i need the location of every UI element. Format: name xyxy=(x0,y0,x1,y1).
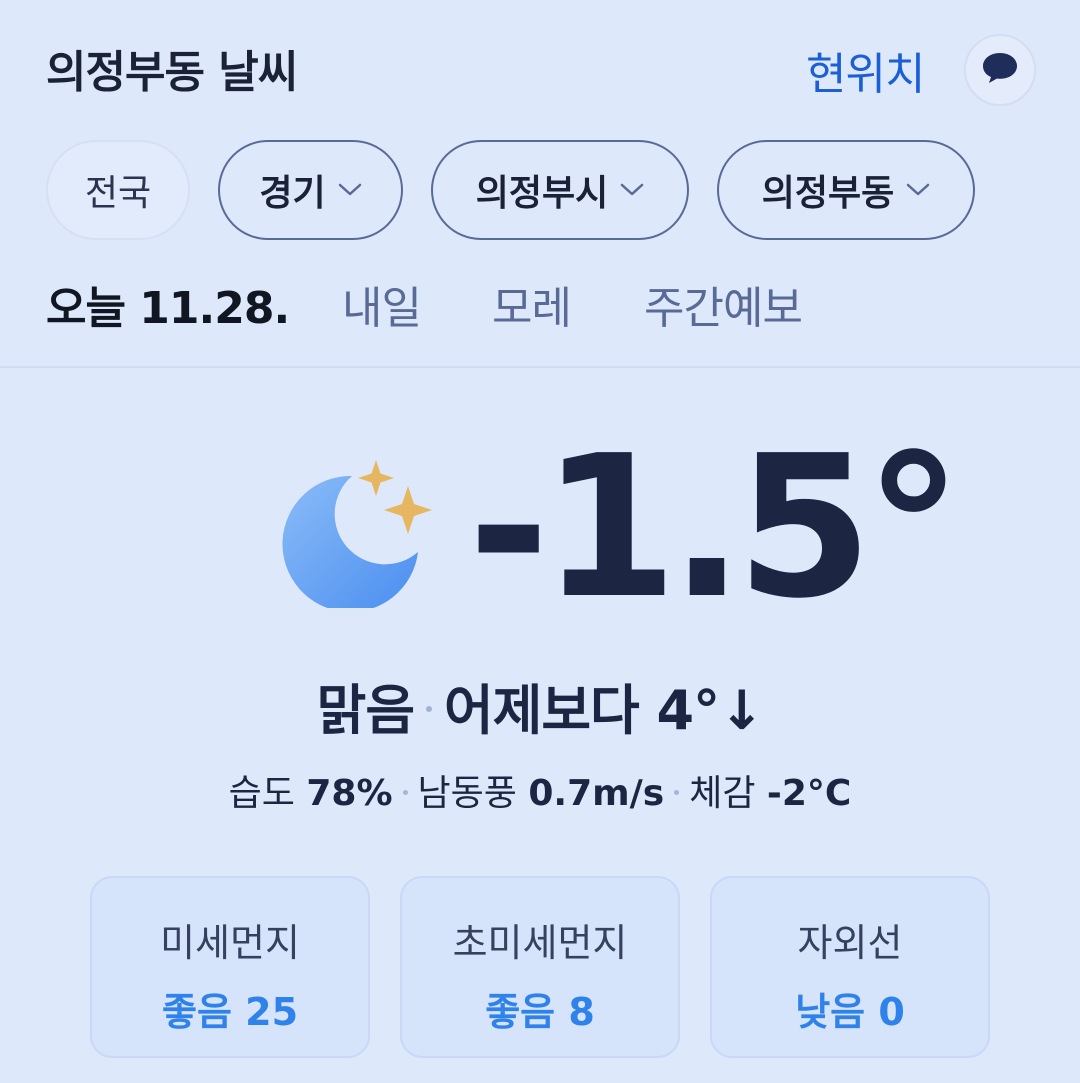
separator-dot xyxy=(426,706,433,713)
pm10-value: 좋음 25 xyxy=(161,990,299,1034)
header: 의정부동 날씨 현위치 xyxy=(0,0,1080,135)
condition-text: 맑음 xyxy=(316,679,415,742)
uv-value: 낮음 0 xyxy=(795,990,905,1034)
comparison-text: 어제보다 4°↓ xyxy=(444,679,764,742)
tab-day-after[interactable]: 모레 xyxy=(492,272,572,336)
uv-card[interactable]: 자외선 낮음 0 xyxy=(710,876,990,1058)
region-chip-province[interactable]: 경기 xyxy=(218,140,403,240)
feels-like-value: -2°C xyxy=(766,773,852,814)
pm25-card[interactable]: 초미세먼지 좋음 8 xyxy=(400,876,680,1058)
region-chip-label: 의정부시 xyxy=(475,173,609,214)
region-chip-label: 의정부동 xyxy=(761,173,895,214)
feels-like-label: 체감 xyxy=(689,773,756,814)
region-selector: 전국 경기 의정부시 의정부동 xyxy=(46,140,1046,240)
region-chip-nationwide[interactable]: 전국 xyxy=(46,140,190,240)
current-temperature: -1.5° xyxy=(468,414,963,642)
wind-value: 0.7m/s xyxy=(528,773,665,814)
region-chip-dong[interactable]: 의정부동 xyxy=(717,140,975,240)
humidity-value: 78% xyxy=(306,773,393,814)
pm25-value: 좋음 8 xyxy=(485,990,595,1034)
weather-summary: 맑음 어제보다 4°↓ xyxy=(0,666,1080,745)
divider xyxy=(0,366,1080,368)
region-chip-label: 전국 xyxy=(84,173,152,214)
tab-tomorrow[interactable]: 내일 xyxy=(342,272,422,336)
separator-dot xyxy=(402,789,408,795)
current-location-link[interactable]: 현위치 xyxy=(806,38,925,102)
separator-dot xyxy=(674,789,680,795)
pm10-label: 미세먼지 xyxy=(160,921,300,965)
pm10-card[interactable]: 미세먼지 좋음 25 xyxy=(90,876,370,1058)
chevron-down-icon xyxy=(906,183,930,197)
tab-today[interactable]: 오늘 11.28. xyxy=(46,272,290,336)
uv-label: 자외선 xyxy=(797,921,903,965)
weather-page: 의정부동 날씨 현위치 전국 경기 의정부시 의정부동 오늘 11.28. 내일… xyxy=(0,0,1080,1083)
chevron-down-icon xyxy=(338,183,362,197)
pm25-label: 초미세먼지 xyxy=(452,921,628,965)
wind-label: 남동풍 xyxy=(417,773,517,814)
moon-stars-icon xyxy=(282,456,432,612)
chevron-down-icon xyxy=(620,183,644,197)
region-chip-label: 경기 xyxy=(259,173,326,214)
date-tabs: 오늘 11.28. 내일 모레 주간예보 xyxy=(46,272,1046,336)
speech-bubble-icon xyxy=(981,50,1019,90)
tab-weekly[interactable]: 주간예보 xyxy=(644,272,803,336)
weather-details: 습도 78% 남동풍 0.7m/s 체감 -2°C xyxy=(0,764,1080,816)
page-title: 의정부동 날씨 xyxy=(46,47,298,98)
humidity-label: 습도 xyxy=(228,773,295,814)
region-chip-city[interactable]: 의정부시 xyxy=(431,140,689,240)
chat-button[interactable] xyxy=(964,34,1036,106)
